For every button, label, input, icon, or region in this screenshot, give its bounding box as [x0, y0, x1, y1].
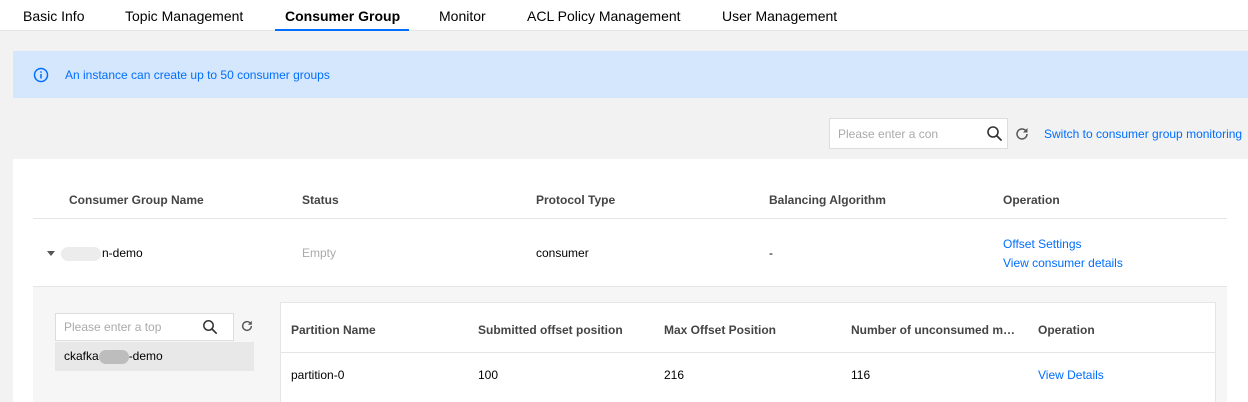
- column-header-name: Consumer Group Name: [69, 193, 204, 207]
- consumer-group-name: n-demo: [61, 246, 143, 261]
- tab-monitor[interactable]: Monitor: [439, 0, 486, 31]
- column-header-max-offset: Max Offset Position: [664, 323, 777, 337]
- column-header-protocol: Protocol Type: [536, 193, 616, 207]
- table-divider: [33, 218, 1227, 219]
- column-header-operation: Operation: [1038, 323, 1095, 337]
- protocol-type: consumer: [536, 246, 589, 260]
- topic-list-item[interactable]: ckafka -demo: [55, 342, 254, 371]
- tab-consumer-group[interactable]: Consumer Group: [285, 0, 400, 31]
- search-icon[interactable]: [986, 125, 1003, 142]
- info-notice: An instance can create up to 50 consumer…: [13, 51, 1248, 98]
- expand-caret-icon[interactable]: [47, 251, 55, 256]
- view-consumer-details-link[interactable]: View consumer details: [1003, 256, 1123, 270]
- partition-table: Partition Name Submitted offset position…: [280, 302, 1216, 402]
- expanded-row-panel: ckafka -demo Partition Name Submitted off…: [33, 287, 1227, 402]
- column-header-submitted-offset: Submitted offset position: [478, 323, 623, 337]
- tab-topic-management[interactable]: Topic Management: [125, 0, 243, 31]
- consumer-group-search: [829, 118, 1008, 149]
- consumer-group-name-suffix: n-demo: [102, 246, 143, 260]
- submitted-offset: 100: [478, 368, 499, 382]
- view-details-link[interactable]: View Details: [1038, 368, 1104, 382]
- consumer-group-search-input[interactable]: [838, 125, 978, 143]
- topic-name: ckafka -demo: [64, 349, 163, 364]
- refresh-icon[interactable]: [240, 319, 254, 333]
- active-tab-indicator: [275, 29, 409, 31]
- tab-acl-policy-management[interactable]: ACL Policy Management: [527, 0, 681, 31]
- consumer-group-table-card: Consumer Group Name Status Protocol Type…: [13, 159, 1248, 402]
- redacted-text: [61, 246, 101, 261]
- column-header-operation: Operation: [1003, 193, 1060, 207]
- column-header-algorithm: Balancing Algorithm: [769, 193, 886, 207]
- topic-search-input[interactable]: [64, 319, 194, 335]
- column-header-unconsumed: Number of unconsumed m…: [851, 323, 1016, 337]
- table-divider: [281, 352, 1215, 353]
- balancing-algorithm: -: [769, 246, 773, 260]
- offset-settings-link[interactable]: Offset Settings: [1003, 237, 1082, 251]
- column-header-status: Status: [302, 193, 339, 207]
- tab-bar: Basic Info Topic Management Consumer Gro…: [0, 0, 1248, 31]
- unconsumed-count: 116: [851, 368, 871, 382]
- refresh-icon[interactable]: [1014, 126, 1030, 142]
- status-text: Empty: [302, 246, 337, 260]
- partition-name: partition-0: [291, 368, 345, 382]
- notice-text: An instance can create up to 50 consumer…: [65, 68, 330, 82]
- topic-suffix: -demo: [128, 349, 163, 363]
- tab-user-management[interactable]: User Management: [722, 0, 837, 31]
- max-offset: 216: [664, 368, 685, 382]
- column-header-partition: Partition Name: [291, 323, 376, 337]
- info-icon: [33, 67, 49, 83]
- topic-search: [55, 313, 234, 341]
- switch-to-monitoring-link[interactable]: Switch to consumer group monitoring: [1044, 127, 1242, 141]
- topic-prefix: ckafka: [64, 349, 99, 363]
- search-icon[interactable]: [202, 319, 218, 335]
- tab-basic-info[interactable]: Basic Info: [23, 0, 84, 31]
- redacted-text: [98, 349, 129, 364]
